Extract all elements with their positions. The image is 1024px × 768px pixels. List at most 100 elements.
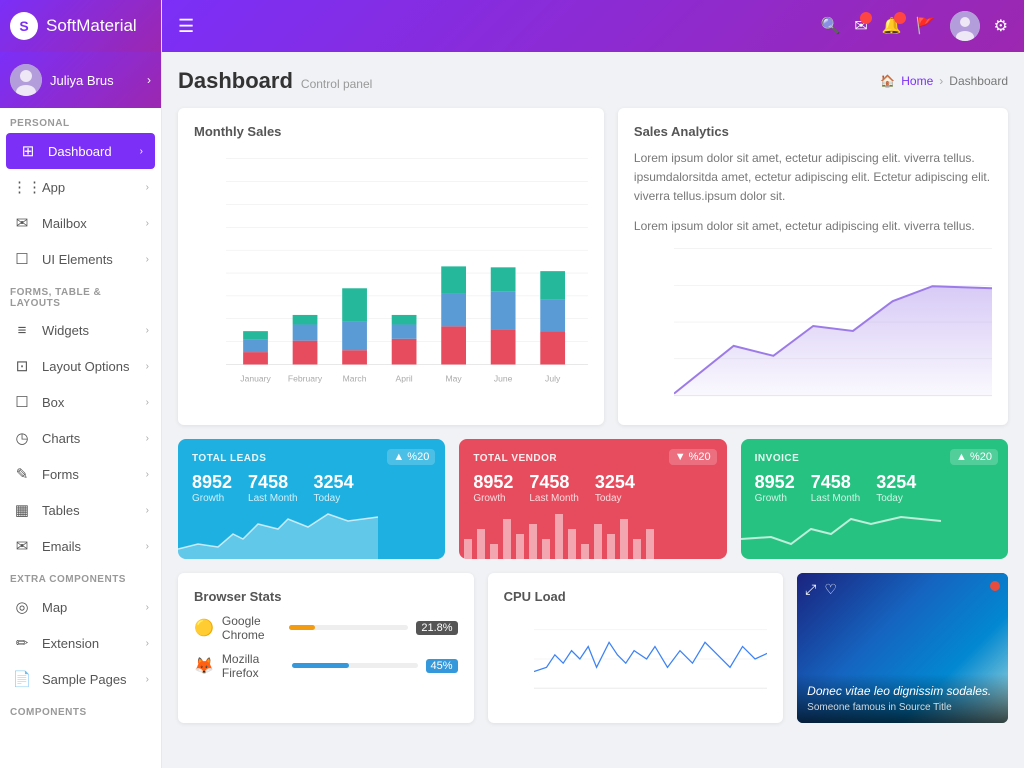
- page-subtitle: Control panel: [301, 77, 372, 91]
- tables-icon: ▦: [12, 501, 32, 519]
- analytics-desc1: Lorem ipsum dolor sit amet, ectetur adip…: [634, 149, 992, 207]
- expand-icon[interactable]: ⤢: [805, 581, 816, 598]
- sidebar-item-box[interactable]: ☐ Box ›: [0, 384, 161, 420]
- svg-text:2019: 2019: [982, 405, 992, 406]
- sample-pages-icon: 📄: [12, 670, 32, 688]
- stat-numbers-invoice: 8952 Growth 7458 Last Month 3254 Today: [755, 472, 994, 504]
- bottom-row: Browser Stats 🟡 Google Chrome 21.8% 🦊 Mo…: [178, 573, 1008, 723]
- sidebar-item-label: UI Elements: [42, 252, 136, 267]
- browser-item-firefox: 🦊 Mozilla Firefox 45%: [194, 652, 458, 680]
- sidebar: S SoftMaterial Juliya Brus › PERSONAL ⊞ …: [0, 0, 162, 768]
- sidebar-item-emails[interactable]: ✉ Emails ›: [0, 528, 161, 564]
- stat-badge-vendor: ▼ %20: [669, 449, 717, 465]
- sidebar-item-app[interactable]: ⋮⋮ App ›: [0, 169, 161, 205]
- chevron-right-icon: ›: [140, 146, 143, 157]
- sidebar-item-label: App: [42, 180, 136, 195]
- svg-text:2017: 2017: [903, 405, 923, 406]
- main-content: ☰ 🔍 ✉ 🔔 🚩 ⚙: [162, 0, 1024, 768]
- sidebar-item-label: Dashboard: [48, 144, 130, 159]
- bell-badge: [894, 12, 906, 24]
- stat-badge-leads: ▲ %20: [387, 449, 435, 465]
- hamburger-icon[interactable]: ☰: [178, 16, 194, 37]
- chevron-right-icon: ›: [146, 541, 149, 552]
- sidebar-item-mailbox[interactable]: ✉ Mailbox ›: [0, 205, 161, 241]
- media-background: ⤢ ♡ Donec vitae leo dignissim sodales. S…: [797, 573, 1008, 723]
- firefox-pct: 45%: [426, 659, 458, 673]
- chevron-right-icon: ›: [146, 469, 149, 480]
- stat-label: Growth: [473, 493, 513, 504]
- search-icon[interactable]: 🔍: [820, 16, 840, 36]
- favorite-icon[interactable]: ♡: [824, 581, 837, 598]
- chevron-right-icon: ›: [146, 638, 149, 649]
- stat-badge-invoice: ▲ %20: [950, 449, 998, 465]
- sidebar-item-tables[interactable]: ▦ Tables ›: [0, 492, 161, 528]
- stat-value: 7458: [529, 472, 578, 493]
- media-subtext: Someone famous in Source Title: [807, 702, 998, 713]
- stat-num-lastmonth: 7458 Last Month: [529, 472, 578, 504]
- svg-text:2013: 2013: [743, 405, 763, 406]
- stat-label: Today: [314, 493, 354, 504]
- media-overlay: Donec vitae leo dignissim sodales. Someo…: [797, 674, 1008, 723]
- mail-icon[interactable]: ✉: [854, 16, 867, 36]
- section-components: COMPONENTS: [0, 697, 161, 722]
- sidebar-item-extension[interactable]: ✏ Extension ›: [0, 625, 161, 661]
- stat-card-total-leads: TOTAL LEADS ▲ %20 8952 Growth 7458 Last …: [178, 439, 445, 559]
- emails-icon: ✉: [12, 537, 32, 555]
- content-area: Dashboard Control panel 🏠 Home › Dashboa…: [162, 52, 1024, 768]
- sidebar-item-widgets[interactable]: ≡ Widgets ›: [0, 313, 161, 348]
- sidebar-item-map[interactable]: ◎ Map ›: [0, 589, 161, 625]
- browser-stats-card: Browser Stats 🟡 Google Chrome 21.8% 🦊 Mo…: [178, 573, 474, 723]
- sidebar-item-sample-pages[interactable]: 📄 Sample Pages ›: [0, 661, 161, 697]
- breadcrumb-home[interactable]: Home: [901, 74, 933, 88]
- topbar: ☰ 🔍 ✉ 🔔 🚩 ⚙: [162, 0, 1024, 52]
- stat-card-invoice: INVOICE ▲ %20 8952 Growth 7458 Last Mont…: [741, 439, 1008, 559]
- charts-row: Monthly Sales: [178, 108, 1008, 425]
- sidebar-item-label: Forms: [42, 467, 136, 482]
- svg-text:April: April: [396, 374, 413, 384]
- chrome-icon: 🟡: [194, 618, 214, 638]
- sparkline-leads: [178, 509, 378, 559]
- settings-icon[interactable]: ⚙: [994, 16, 1008, 36]
- stat-label: Today: [876, 493, 916, 504]
- topbar-left: ☰: [178, 16, 194, 37]
- stat-cards-row: TOTAL LEADS ▲ %20 8952 Growth 7458 Last …: [178, 439, 1008, 559]
- topbar-avatar[interactable]: [950, 11, 980, 41]
- svg-text:July: July: [545, 374, 561, 384]
- chevron-right-icon: ›: [146, 254, 149, 265]
- stat-num-growth: 8952 Growth: [755, 472, 795, 504]
- sidebar-item-ui-elements[interactable]: ☐ UI Elements ›: [0, 241, 161, 277]
- svg-text:2011: 2011: [674, 405, 684, 406]
- sidebar-item-label: Extension: [42, 636, 136, 651]
- sidebar-item-layout-options[interactable]: ⊡ Layout Options ›: [0, 348, 161, 384]
- cpu-chart-container: 100 75: [504, 614, 768, 707]
- flag-icon[interactable]: 🚩: [916, 16, 936, 36]
- svg-text:January: January: [240, 374, 271, 384]
- sparkline-vendor: [459, 509, 659, 559]
- stat-num-lastmonth: 7458 Last Month: [248, 472, 297, 504]
- user-panel[interactable]: Juliya Brus ›: [0, 52, 161, 108]
- line-chart: 0 5,000 10,000 15,000 20,000: [674, 246, 992, 406]
- stat-num-growth: 8952 Growth: [473, 472, 513, 504]
- chevron-right-icon: ›: [146, 433, 149, 444]
- stat-value: 8952: [473, 472, 513, 493]
- ui-elements-icon: ☐: [12, 250, 32, 268]
- svg-text:March: March: [343, 374, 367, 384]
- layout-icon: ⊡: [12, 357, 32, 375]
- svg-text:February: February: [288, 374, 323, 384]
- stat-label: Growth: [755, 493, 795, 504]
- logo-text: SoftMaterial: [46, 16, 137, 36]
- browser-name-firefox: Mozilla Firefox: [222, 652, 285, 680]
- widgets-icon: ≡: [12, 322, 32, 339]
- media-actions: ⤢ ♡: [805, 581, 837, 598]
- stat-value: 3254: [314, 472, 354, 493]
- line-chart-container: 0 5,000 10,000 15,000 20,000: [634, 246, 992, 409]
- sidebar-item-charts[interactable]: ◷ Charts ›: [0, 420, 161, 456]
- sidebar-item-label: Layout Options: [42, 359, 136, 374]
- sidebar-item-label: Sample Pages: [42, 672, 136, 687]
- firefox-bar-bg: [292, 663, 417, 668]
- stat-label: Growth: [192, 493, 232, 504]
- sidebar-item-dashboard[interactable]: ⊞ Dashboard ›: [6, 133, 155, 169]
- bell-icon[interactable]: 🔔: [882, 16, 902, 36]
- sidebar-item-forms[interactable]: ✎ Forms ›: [0, 456, 161, 492]
- sidebar-item-label: Widgets: [42, 323, 136, 338]
